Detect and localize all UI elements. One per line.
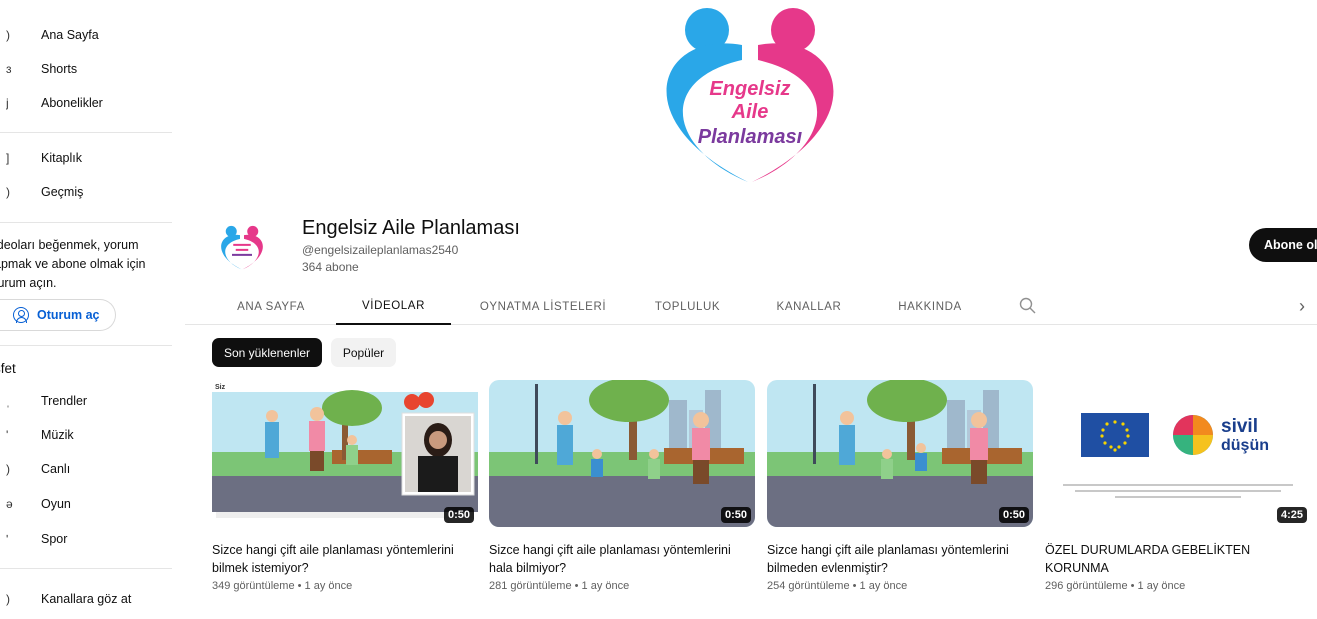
sidebar-item-browse-channels[interactable]: ) Kanallara göz at bbox=[0, 582, 178, 616]
channel-tabs: ANA SAYFA VİDEOLAR OYNATMA LİSTELERİ TOP… bbox=[185, 288, 1317, 325]
subscribe-button[interactable]: Abone ol bbox=[1249, 228, 1317, 262]
sidebar-divider bbox=[0, 568, 172, 569]
channel-handle: @engelsizaileplanlamas2540 bbox=[302, 243, 459, 257]
sidebar-item-library[interactable]: ] Kitaplık bbox=[0, 141, 178, 175]
video-title[interactable]: Sizce hangi çift aile planlaması yönteml… bbox=[489, 541, 755, 577]
video-thumbnail[interactable]: 0:50 bbox=[767, 380, 1033, 527]
music-icon: ' bbox=[6, 428, 9, 442]
chip-popular[interactable]: Popüler bbox=[331, 338, 396, 367]
logo-word-2: Aile bbox=[731, 101, 769, 123]
chevron-right-icon[interactable]: › bbox=[1291, 294, 1313, 318]
channel-banner: Engelsiz Aile Planlaması bbox=[630, 0, 870, 185]
sidebar: ) Ana Sayfa ɜ Shorts j Abonelikler ] Kit… bbox=[0, 0, 178, 619]
sidebar-item-label: Geçmiş bbox=[41, 185, 84, 199]
subscriptions-icon: j bbox=[6, 96, 9, 110]
video-duration: 0:50 bbox=[443, 507, 474, 523]
thumbnail-image bbox=[767, 380, 1033, 527]
video-meta: 254 görüntüleme • 1 ay önce bbox=[767, 580, 908, 592]
subscriber-count: 364 abone bbox=[302, 260, 359, 274]
video-thumbnail[interactable]: Siz 0:50 bbox=[212, 380, 478, 527]
banner-logo: Engelsiz Aile Planlaması bbox=[666, 8, 834, 183]
signin-button[interactable]: Oturum aç bbox=[0, 299, 116, 331]
logo-word-1: Engelsiz bbox=[709, 78, 790, 100]
sports-icon: ʹ bbox=[6, 532, 9, 546]
live-icon: ) bbox=[6, 462, 10, 476]
video-meta: 296 görüntüleme • 1 ay önce bbox=[1045, 580, 1186, 592]
sidebar-item-label: Shorts bbox=[41, 62, 78, 76]
sidebar-divider bbox=[0, 345, 172, 346]
sivil-text: sivil bbox=[1221, 416, 1258, 437]
tab-channels[interactable]: KANALLAR bbox=[759, 288, 859, 325]
search-icon[interactable] bbox=[1016, 294, 1040, 318]
video-duration: 0:50 bbox=[720, 507, 751, 523]
sidebar-item-label: Canlı bbox=[41, 462, 71, 476]
tab-home[interactable]: ANA SAYFA bbox=[221, 288, 321, 325]
sidebar-item-label: Spor bbox=[41, 532, 68, 546]
video-duration: 0:50 bbox=[998, 507, 1029, 523]
thumbnail-image: sivil düşün bbox=[1045, 380, 1311, 527]
sidebar-divider bbox=[0, 222, 172, 223]
sidebar-item-label: Kanallara göz at bbox=[41, 592, 132, 606]
tab-videos[interactable]: VİDEOLAR bbox=[336, 288, 451, 325]
video-thumbnail[interactable]: 0:50 bbox=[489, 380, 755, 527]
sidebar-item-live[interactable]: ) Canlı bbox=[0, 452, 178, 486]
thumbnail-image bbox=[489, 380, 755, 527]
account-circle-icon bbox=[13, 307, 29, 323]
gaming-icon: ə bbox=[6, 497, 13, 511]
shorts-icon: ɜ bbox=[6, 62, 12, 76]
library-icon: ] bbox=[6, 151, 10, 165]
browse-channels-icon: ) bbox=[6, 592, 10, 606]
thumbnail-image: Siz bbox=[212, 380, 478, 527]
video-thumbnail[interactable]: sivil düşün 4:25 bbox=[1045, 380, 1311, 527]
channel-avatar[interactable] bbox=[212, 222, 272, 272]
sidebar-item-label: Trendler bbox=[41, 394, 88, 408]
video-meta: 349 görüntüleme • 1 ay önce bbox=[212, 580, 353, 592]
tab-community[interactable]: TOPLULUK bbox=[640, 288, 735, 325]
video-title[interactable]: Sizce hangi çift aile planlaması yönteml… bbox=[767, 541, 1033, 577]
dusun-text: düşün bbox=[1221, 437, 1269, 454]
trending-icon: ˌ bbox=[6, 394, 10, 408]
sidebar-item-home[interactable]: ) Ana Sayfa bbox=[0, 18, 178, 52]
sidebar-item-label: Abonelikler bbox=[41, 96, 103, 110]
sidebar-item-label: Ana Sayfa bbox=[41, 28, 99, 42]
video-duration: 4:25 bbox=[1276, 507, 1307, 523]
history-icon: ) bbox=[6, 185, 10, 199]
explore-section-title: şfet bbox=[0, 361, 16, 376]
sidebar-item-gaming[interactable]: ə Oyun bbox=[0, 487, 178, 521]
sidebar-item-shorts[interactable]: ɜ Shorts bbox=[0, 52, 178, 86]
thumb-caption: Siz bbox=[215, 384, 226, 391]
sidebar-item-history[interactable]: ) Geçmiş bbox=[0, 175, 178, 209]
signin-prompt: ideoları beğenmek, yorum apmak ve abone … bbox=[0, 238, 146, 290]
sidebar-item-label: Oyun bbox=[41, 497, 71, 511]
video-meta: 281 görüntüleme • 1 ay önce bbox=[489, 580, 630, 592]
channel-name: Engelsiz Aile Planlaması bbox=[302, 217, 520, 239]
video-title[interactable]: Sizce hangi çift aile planlaması yönteml… bbox=[212, 541, 478, 577]
sidebar-item-trending[interactable]: ˌ Trendler bbox=[0, 384, 178, 418]
home-icon: ) bbox=[6, 28, 10, 42]
tab-playlists[interactable]: OYNATMA LİSTELERİ bbox=[468, 288, 618, 325]
chip-latest[interactable]: Son yüklenenler bbox=[212, 338, 322, 367]
logo-word-3: Planlaması bbox=[698, 126, 803, 148]
sidebar-item-music[interactable]: ' Müzik bbox=[0, 418, 178, 452]
sidebar-item-sports[interactable]: ʹ Spor bbox=[0, 522, 178, 556]
tab-about[interactable]: HAKKINDA bbox=[885, 288, 975, 325]
sidebar-item-label: Kitaplık bbox=[41, 151, 82, 165]
sidebar-item-label: Müzik bbox=[41, 428, 74, 442]
sidebar-item-subscriptions[interactable]: j Abonelikler bbox=[0, 86, 178, 120]
avatar-logo bbox=[221, 225, 263, 270]
sidebar-divider bbox=[0, 132, 172, 133]
video-title[interactable]: ÖZEL DURUMLARDA GEBELİKTEN KORUNMA bbox=[1045, 541, 1311, 577]
